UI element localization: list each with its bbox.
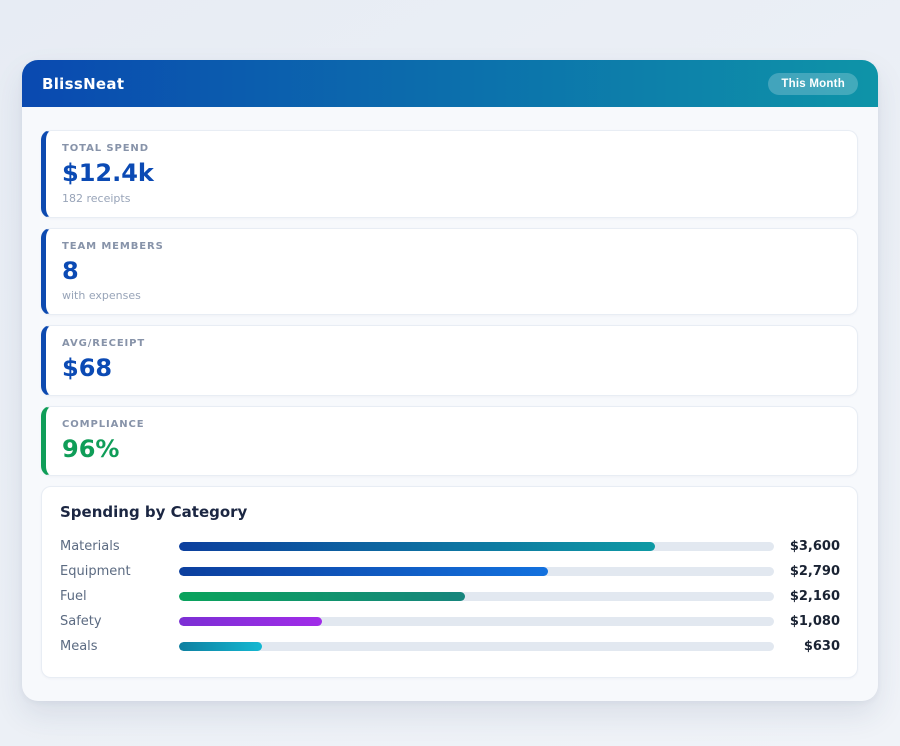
bar-value: $3,600: [789, 539, 840, 555]
bar-track: [179, 567, 774, 577]
bar-track: [179, 542, 774, 552]
bar-row-fuel: Fuel $2,160: [60, 584, 840, 609]
bar-value: $2,790: [789, 564, 840, 580]
app-header: BlissNeat This Month: [22, 60, 878, 107]
stat-value: $12.4k: [62, 159, 154, 187]
bar-row-meals: Meals $630: [60, 634, 840, 659]
stat-label: TOTAL SPEND: [62, 143, 149, 154]
bar-value: $630: [803, 639, 840, 655]
stat-label: COMPLIANCE: [62, 418, 145, 430]
stat-value: 96%: [62, 434, 120, 463]
bar-fill: [179, 617, 322, 627]
stat-card-compliance: COMPLIANCE 96%: [41, 405, 858, 477]
bar-value: $2,160: [789, 589, 840, 605]
bar-label: Equipment: [60, 564, 131, 580]
bar-label: Safety: [60, 614, 102, 630]
app-title: BlissNeat: [42, 74, 125, 93]
bar-row-materials: Materials $3,600: [60, 534, 840, 559]
bar-fill: [179, 567, 548, 577]
stat-label: TEAM MEMBERS: [62, 240, 164, 252]
stat-value: $68: [62, 354, 113, 383]
stat-card-total-spend: TOTAL SPEND $12.4k 182 receipts: [41, 130, 858, 218]
stat-subtitle: 182 receipts: [62, 191, 131, 205]
bar-row-equipment: Equipment $2,790: [60, 559, 840, 584]
chart-title: Spending by Category: [60, 503, 248, 522]
bar-track: [179, 642, 774, 652]
bar-label: Materials: [60, 539, 120, 555]
period-badge[interactable]: This Month: [768, 72, 858, 95]
stat-subtitle: with expenses: [62, 289, 141, 303]
bar-label: Meals: [60, 639, 98, 655]
bar-fill: [179, 592, 465, 602]
stat-value: 8: [62, 256, 79, 285]
main-content: TOTAL SPEND $12.4k 182 receipts TEAM MEM…: [22, 107, 878, 701]
bar-track: [179, 617, 774, 627]
bar-value: $1,080: [789, 614, 840, 630]
bar-label: Fuel: [60, 589, 87, 605]
app-container: BlissNeat This Month TOTAL SPEND $12.4k …: [22, 60, 878, 702]
spending-by-category-card: Spending by Category Materials $3,600 Eq…: [41, 486, 858, 679]
stat-card-avg-receipt: AVG/RECEIPT $68: [41, 325, 858, 396]
bar-fill: [179, 642, 263, 652]
bar-fill: [179, 542, 655, 552]
stat-card-team-members: TEAM MEMBERS 8 with expenses: [41, 227, 858, 316]
bar-row-safety: Safety $1,080: [60, 609, 840, 634]
stat-label: AVG/RECEIPT: [62, 338, 146, 350]
bar-track: [179, 592, 774, 602]
